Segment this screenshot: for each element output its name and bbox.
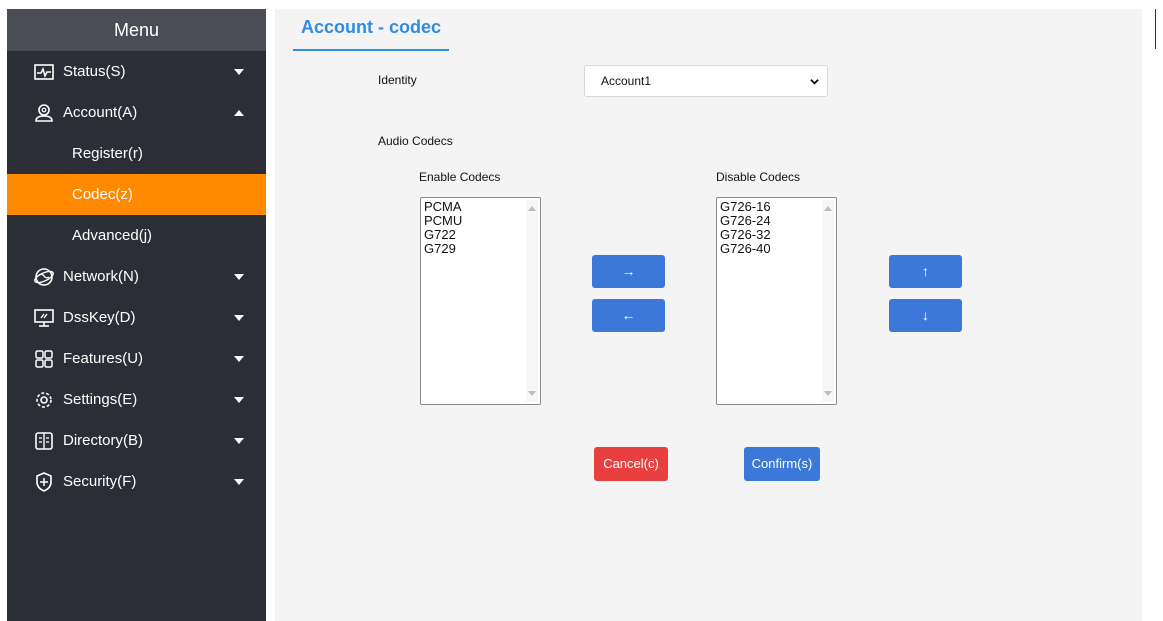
list-item[interactable]: G726-16 (717, 200, 836, 214)
scroll-down-icon[interactable] (528, 391, 536, 396)
list-item[interactable]: G722 (421, 228, 540, 242)
identity-select-value: Account1 (601, 74, 652, 88)
sidebar-item-features[interactable]: Features(U) (7, 338, 266, 379)
sidebar-item-directory[interactable]: Directory(B) (7, 420, 266, 461)
sidebar-item-label: Security(F) (63, 473, 137, 490)
sidebar-item-settings[interactable]: Settings(E) (7, 379, 266, 420)
menu-header: Menu (7, 9, 266, 51)
chevron-down-icon (234, 273, 244, 280)
sidebar-item-status[interactable]: Status(S) (7, 51, 266, 92)
list-item[interactable]: G726-40 (717, 242, 836, 256)
shield-icon (33, 471, 55, 493)
enable-codecs-list[interactable]: PCMA PCMU G722 G729 (420, 197, 541, 405)
chevron-down-icon (234, 314, 244, 321)
chevron-down-icon (234, 478, 244, 485)
sidebar-subitem-advanced[interactable]: Advanced(j) (7, 215, 266, 256)
scrollbar[interactable] (526, 200, 538, 402)
chevron-down-icon (234, 355, 244, 362)
main-panel: Account - codec Identity Account1 Audio … (275, 9, 1142, 621)
scroll-up-icon[interactable] (528, 206, 536, 211)
list-item[interactable]: G729 (421, 242, 540, 256)
sidebar-item-label: Status(S) (63, 63, 126, 80)
chevron-down-icon (810, 79, 819, 85)
settings-icon (33, 389, 55, 411)
chevron-up-icon (234, 109, 244, 116)
scroll-down-icon[interactable] (824, 391, 832, 396)
sidebar-item-label: Account(A) (63, 104, 138, 121)
sidebar-item-label: Network(N) (63, 268, 139, 285)
disable-codecs-list[interactable]: G726-16 G726-24 G726-32 G726-40 (716, 197, 837, 405)
features-icon (33, 348, 55, 370)
identity-label: Identity (378, 73, 417, 87)
sidebar-item-label: DssKey(D) (63, 309, 136, 326)
sidebar: Menu Status(S) Account(A) Register(r) Co… (7, 9, 266, 621)
sidebar-item-account[interactable]: Account(A) (7, 92, 266, 133)
list-item[interactable]: G726-24 (717, 214, 836, 228)
dsskey-icon (33, 307, 55, 329)
identity-select[interactable]: Account1 (584, 65, 828, 97)
list-item[interactable]: G726-32 (717, 228, 836, 242)
move-right-button[interactable]: → (592, 255, 665, 288)
scroll-up-icon[interactable] (824, 206, 832, 211)
network-icon (33, 266, 55, 288)
sidebar-item-label: Directory(B) (63, 432, 144, 449)
move-down-button[interactable]: ↓ (889, 299, 962, 332)
page-title[interactable]: Account - codec (293, 9, 450, 51)
enable-codecs-label: Enable Codecs (419, 170, 501, 184)
audio-codecs-label: Audio Codecs (378, 134, 453, 148)
disable-codecs-label: Disable Codecs (716, 170, 801, 184)
sidebar-item-security[interactable]: Security(F) (7, 461, 266, 502)
account-icon (33, 102, 55, 124)
move-up-button[interactable]: ↑ (889, 255, 962, 288)
sidebar-item-dsskey[interactable]: DssKey(D) (7, 297, 266, 338)
sidebar-item-label: Settings(E) (63, 391, 138, 408)
status-icon (33, 61, 55, 83)
scrollbar[interactable] (822, 200, 834, 402)
sidebar-subitem-register[interactable]: Register(r) (7, 133, 266, 174)
scrollbar[interactable] (1155, 9, 1156, 49)
sidebar-subitem-codec[interactable]: Codec(z) (7, 174, 266, 215)
move-left-button[interactable]: ← (592, 299, 665, 332)
chevron-down-icon (234, 437, 244, 444)
list-item[interactable]: PCMU (421, 214, 540, 228)
list-item[interactable]: PCMA (421, 200, 540, 214)
directory-icon (33, 430, 55, 452)
sidebar-item-label: Features(U) (63, 350, 144, 367)
confirm-button[interactable]: Confirm(s) (744, 447, 820, 481)
cancel-button[interactable]: Cancel(c) (594, 447, 668, 481)
chevron-down-icon (234, 68, 244, 75)
sidebar-item-network[interactable]: Network(N) (7, 256, 266, 297)
chevron-down-icon (234, 396, 244, 403)
